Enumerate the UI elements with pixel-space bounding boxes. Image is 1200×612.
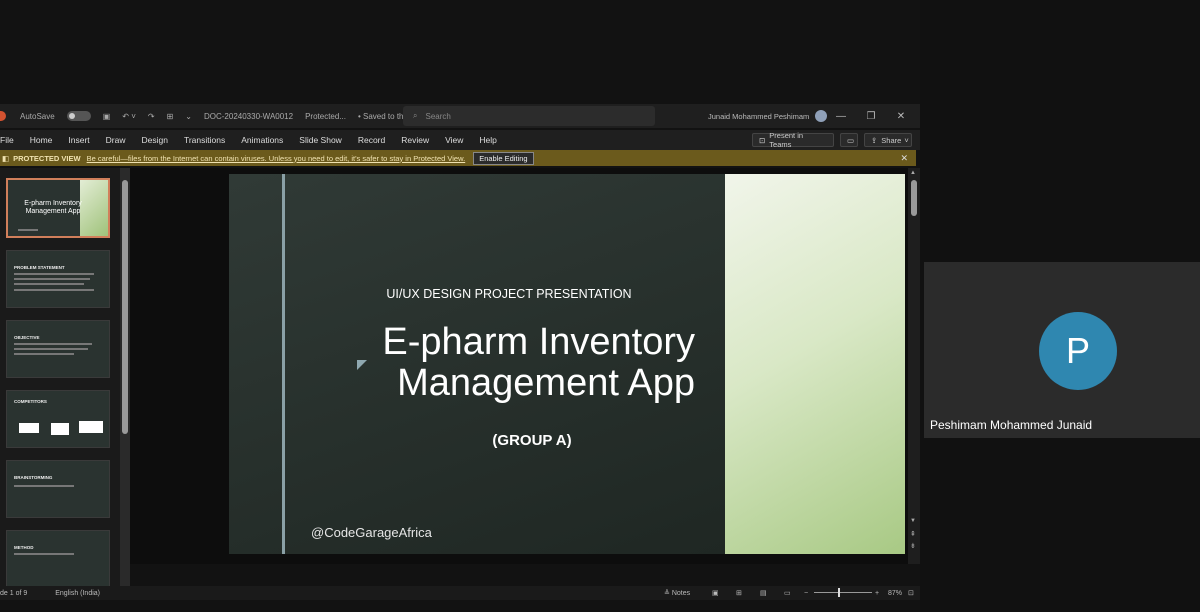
close-icon[interactable]: ✕ <box>886 111 916 122</box>
status-bar: de 1 of 9 English (India) ≜ Notes ▣ ⊞ ▤ … <box>0 586 920 600</box>
thumbnails-scrollbar[interactable] <box>120 168 130 586</box>
slide-title-line-2: Management App <box>397 362 695 404</box>
tab-design[interactable]: Design <box>134 135 176 145</box>
zoom-slider-handle[interactable] <box>838 588 840 597</box>
participant-tile: P Peshimam Mohammed Junaid <box>924 262 1200 438</box>
undo-icon[interactable]: ↶ ˅ <box>116 112 142 121</box>
restore-icon[interactable]: ❐ <box>856 111 886 122</box>
shield-icon: ◧ <box>2 153 10 163</box>
screen-share-area: AutoSave ▣ ↶ ˅ ↷ ⊞ ⌄ DOC-20240330-WA0012… <box>0 0 920 612</box>
protected-status[interactable]: Protected... <box>299 112 352 121</box>
tab-record[interactable]: Record <box>350 135 393 145</box>
thumbnail-slide-6[interactable]: METHOD <box>6 530 110 586</box>
tab-draw[interactable]: Draw <box>98 135 134 145</box>
slide-handle: @CodeGarageAfrica <box>311 525 432 540</box>
redo-icon[interactable]: ↷ <box>142 112 161 121</box>
comment-icon: ▭ <box>847 135 855 145</box>
tab-view[interactable]: View <box>437 135 471 145</box>
thumbnail-slide-2[interactable]: PROBLEM STATEMENT <box>6 250 110 308</box>
prev-slide-icon[interactable]: ⇞ <box>910 530 916 538</box>
scroll-down-icon[interactable]: ▼ <box>910 518 916 524</box>
chevron-down-icon: ˅ <box>904 135 909 145</box>
close-icon[interactable]: ✕ <box>900 153 908 164</box>
thumbnail-title: PROBLEM STATEMENT <box>14 265 65 270</box>
slide-scrollbar[interactable]: ▲ ▼ ⇞ ⇟ <box>908 168 920 564</box>
protected-view-message[interactable]: Be careful—files from the Internet can c… <box>87 154 466 163</box>
window-controls: — ❐ ✕ <box>826 104 916 128</box>
scrollbar-thumb[interactable] <box>911 180 917 216</box>
tab-slide-show[interactable]: Slide Show <box>291 135 350 145</box>
teams-icon: ⊡ <box>759 135 766 145</box>
thumbnail-title: OBJECTIVE <box>14 335 40 340</box>
notes-label: Notes <box>671 590 691 597</box>
tab-animations[interactable]: Animations <box>233 135 291 145</box>
slide-thumbnails-panel: E-pharm Inventory Management App PROBLEM… <box>0 168 120 586</box>
reading-view-icon[interactable]: ▤ <box>760 589 767 597</box>
decorative-triangle <box>357 360 367 370</box>
tab-file[interactable]: File <box>0 135 22 145</box>
protected-view-title: PROTECTED VIEW <box>13 153 81 163</box>
minimize-icon[interactable]: — <box>826 111 856 122</box>
thumbnail-slide-4[interactable]: COMPETITORS <box>6 390 110 448</box>
user-account[interactable]: Junaid Mohammed Peshimam <box>708 110 828 122</box>
present-in-teams-button[interactable]: ⊡ Present in Teams <box>752 131 834 149</box>
thumbnail-slide-1[interactable]: E-pharm Inventory Management App <box>6 178 110 238</box>
participant-name: Peshimam Mohammed Junaid <box>930 418 1093 432</box>
slide-show-icon[interactable]: ▭ <box>784 589 791 597</box>
language[interactable]: English (India) <box>49 590 106 597</box>
enable-editing-button[interactable]: Enable Editing <box>473 151 534 165</box>
slide-title: E-pharm Inventory Management App <box>329 322 695 404</box>
slide-counter: de 1 of 9 <box>0 589 28 597</box>
tab-review[interactable]: Review <box>393 135 437 145</box>
zoom-level[interactable]: 87% <box>888 590 902 597</box>
tab-help[interactable]: Help <box>471 135 504 145</box>
thumbnail-title: BRAINSTORMING <box>14 475 53 480</box>
save-icon[interactable]: ▣ <box>97 112 117 121</box>
share-button[interactable]: ⇪ Share ˅ <box>864 133 912 147</box>
slide-title-line-1: E-pharm Inventory <box>382 321 695 363</box>
tab-insert[interactable]: Insert <box>60 135 97 145</box>
notes-icon: ≜ <box>664 590 670 597</box>
autosave-toggle[interactable] <box>66 111 91 121</box>
search-icon: ⌕ <box>413 111 418 120</box>
present-in-teams-label: Present in Teams <box>769 131 804 149</box>
scrollbar-thumb[interactable] <box>122 180 128 434</box>
next-slide-icon[interactable]: ⇟ <box>910 542 916 550</box>
thumbnail-slide-5[interactable]: BRAINSTORMING <box>6 460 110 518</box>
slide-group-label: (GROUP A) <box>492 432 572 449</box>
share-icon: ⇪ <box>871 135 878 145</box>
thumbnail-title: COMPETITORS <box>14 399 47 404</box>
fit-to-window-icon[interactable]: ⊡ <box>908 589 914 597</box>
thumbnail-title: METHOD <box>14 545 34 550</box>
zoom-in-icon[interactable]: + <box>875 590 879 597</box>
ribbon-tabs: File Home Insert Draw Design Transitions… <box>0 130 920 150</box>
share-label: Share <box>881 135 902 145</box>
protected-view-bar: ◧ PROTECTED VIEW Be careful—files from t… <box>0 150 916 166</box>
scroll-up-icon[interactable]: ▲ <box>910 170 916 176</box>
customize-icon[interactable]: ⌄ <box>179 112 198 121</box>
zoom-slider[interactable] <box>814 588 872 597</box>
slide-subtitle: UI/UX DESIGN PROJECT PRESENTATION <box>386 287 632 301</box>
thumbnail-title: E-pharm Inventory Management App <box>24 200 82 215</box>
thumbnail-slide-3[interactable]: OBJECTIVE <box>6 320 110 378</box>
present-icon[interactable]: ⊞ <box>161 112 180 121</box>
comments-button[interactable]: ▭ <box>840 133 858 147</box>
tab-home[interactable]: Home <box>22 135 61 145</box>
autosave-label: AutoSave <box>20 111 55 121</box>
avatar: P <box>1039 312 1117 390</box>
tab-transitions[interactable]: Transitions <box>176 135 233 145</box>
current-slide[interactable]: UI/UX DESIGN PROJECT PRESENTATION E-phar… <box>229 174 905 554</box>
search-placeholder: Search <box>425 111 451 121</box>
user-name: Junaid Mohammed Peshimam <box>708 111 810 121</box>
zoom-out-icon[interactable]: − <box>804 590 808 597</box>
accent-line <box>282 174 285 554</box>
normal-view-icon[interactable]: ▣ <box>712 589 719 597</box>
green-texture-panel <box>725 174 905 554</box>
document-name: DOC-20240330-WA0012 <box>203 111 294 121</box>
notes-button[interactable]: ≜ Notes <box>664 589 690 597</box>
search-box[interactable]: ⌕ Search <box>403 106 655 126</box>
slide-canvas: UI/UX DESIGN PROJECT PRESENTATION E-phar… <box>130 168 908 564</box>
slide-sorter-icon[interactable]: ⊞ <box>736 589 742 597</box>
title-bar: AutoSave ▣ ↶ ˅ ↷ ⊞ ⌄ DOC-20240330-WA0012… <box>0 104 920 128</box>
